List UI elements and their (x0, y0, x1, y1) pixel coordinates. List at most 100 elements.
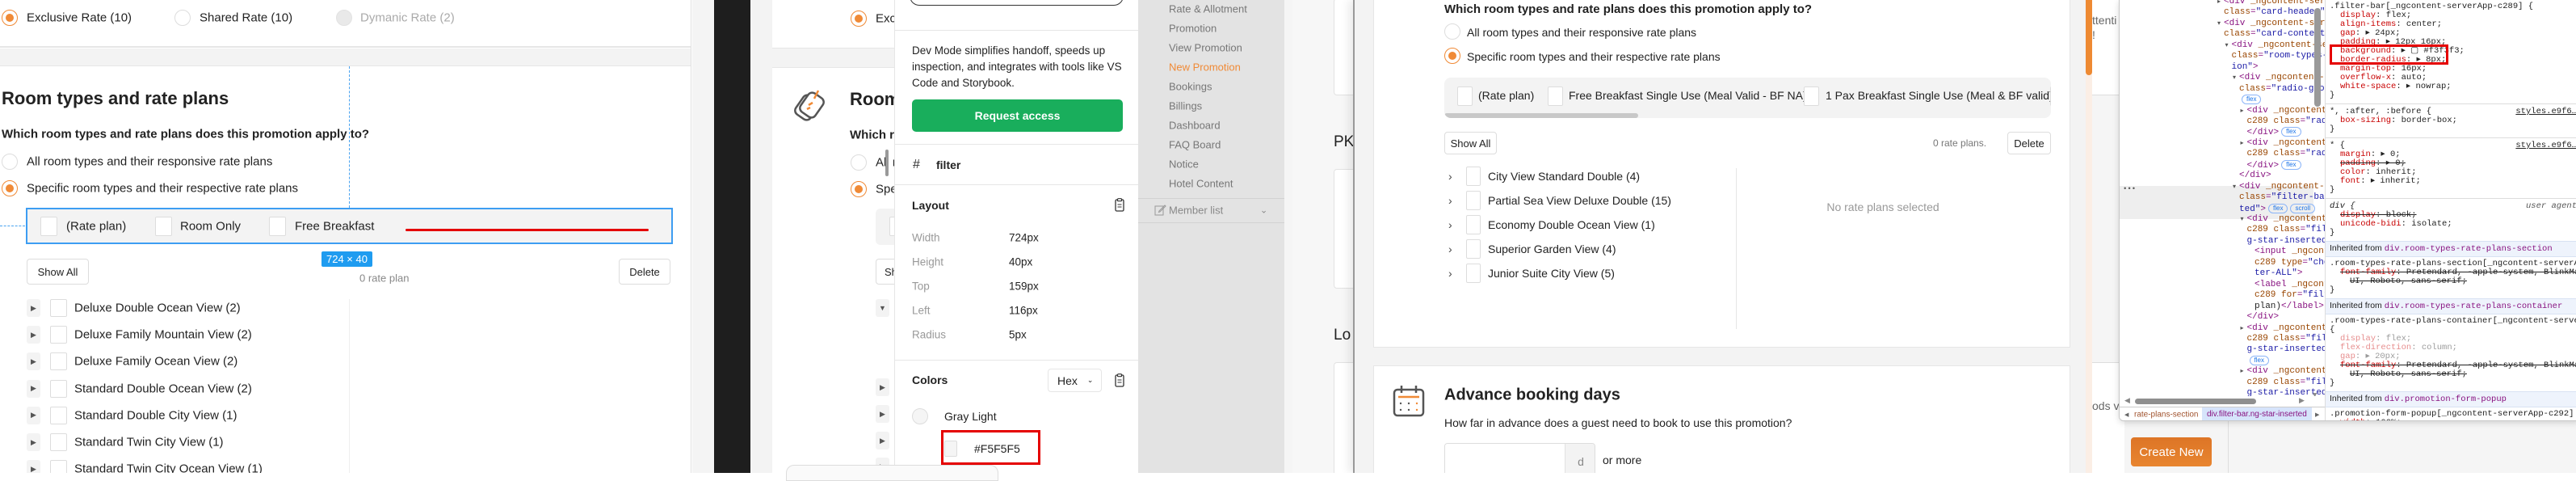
inherited-selector[interactable]: div.promotion-form-popup (2385, 395, 2507, 404)
expand-toggle-icon[interactable]: ▶ (27, 379, 40, 398)
dom-node-line[interactable]: c289 class="filt (2247, 378, 2326, 388)
css-declaration[interactable]: UI, Roboto, sans-serif; (2326, 277, 2576, 286)
elements-horizontal-scrollbar[interactable]: ◀ ▶ (2120, 396, 2325, 406)
more-options-icon[interactable]: ••• (2123, 185, 2136, 193)
expand-toggle-icon[interactable]: ▶ (27, 326, 40, 344)
scroll-left-arrow-icon[interactable]: ◀ (2124, 396, 2130, 405)
layout-badge[interactable]: flex (2242, 95, 2262, 105)
filter-checkbox[interactable] (2050, 86, 2051, 106)
sidebar-item[interactable]: Hotel Content (1169, 178, 1233, 190)
filter-checkbox[interactable] (1548, 86, 1563, 106)
color-hex-value[interactable]: #F5F5F5 (974, 442, 1020, 455)
layout-badge[interactable]: flex (2268, 203, 2288, 213)
layout-badge[interactable]: flex (2249, 355, 2269, 365)
css-selector[interactable]: div {user agent (2326, 198, 2576, 211)
elements-vertical-scrollbar[interactable] (2314, 8, 2321, 107)
css-declaration[interactable]: width: 100%; (2326, 419, 2576, 421)
breadcrumb-item-active[interactable]: div.filter-bar.ng-star-inserted (2202, 407, 2312, 420)
layout-badge[interactable]: flex (2281, 127, 2301, 137)
dom-node-line[interactable]: class="filter-bar (2239, 192, 2325, 203)
dom-node-line[interactable]: c289 class="filt (2247, 225, 2326, 235)
dom-node-line[interactable]: flex (2247, 355, 2269, 367)
filter-checkbox[interactable] (1457, 86, 1473, 106)
rate-type-radio-shared[interactable] (174, 10, 191, 26)
sidebar-item[interactable]: Billings (1169, 100, 1202, 112)
dom-node-line[interactable]: plan)</label> (2255, 302, 2324, 312)
dom-node-line[interactable]: c289 class="rad: (2247, 149, 2326, 159)
dom-node-line[interactable]: c289 for="filt (2255, 290, 2325, 301)
show-all-button[interactable]: Show All (1444, 132, 1497, 154)
dom-node-line[interactable]: <input _ngcont (2255, 247, 2325, 257)
css-declaration[interactable]: font: ▸ inherit; (2326, 177, 2576, 186)
dom-node-line[interactable]: ▾ <div _ngcontent-s (2233, 182, 2325, 192)
room-type-checkbox[interactable] (1466, 191, 1481, 210)
room-type-checkbox[interactable] (50, 406, 67, 424)
sidebar-item[interactable]: FAQ Board (1169, 139, 1221, 151)
layout-prop-value[interactable]: 5px (1009, 329, 1027, 341)
sidebar-item[interactable]: New Promotion (1169, 61, 1241, 74)
dom-node-line[interactable]: ion"> (2232, 62, 2259, 73)
room-type-checkbox[interactable] (1466, 215, 1481, 234)
room-type-checkbox[interactable] (50, 460, 67, 473)
dom-node-line[interactable]: c289 type="che (2255, 258, 2325, 268)
create-new-button[interactable]: Create New (2131, 437, 2212, 466)
expanded-arrow-icon[interactable]: ▾ (2233, 182, 2236, 192)
chevron-right-icon[interactable]: › (1448, 170, 1452, 183)
room-type-checkbox[interactable] (50, 379, 67, 398)
filter-checkbox[interactable] (155, 217, 172, 236)
breadcrumb-right-icon[interactable]: ▶ (2315, 411, 2319, 418)
dom-node-line[interactable]: </div> (2239, 171, 2271, 181)
sidebar-item[interactable]: Bookings (1169, 81, 1212, 93)
expand-toggle-icon[interactable]: ▶ (27, 460, 40, 473)
scope-radio-all[interactable] (2, 154, 18, 170)
stylesheet-link[interactable]: styles.e9f6… (2515, 108, 2576, 116)
dom-node-line[interactable]: ted"> flex scroll (2239, 203, 2316, 215)
dom-node-line[interactable]: </div> flex (2247, 159, 2301, 171)
css-declaration[interactable]: white-space: ▸ nowrap; (2326, 82, 2576, 91)
dom-node-line[interactable]: ▾<div _ngcontent-ser (2225, 40, 2326, 51)
expanded-arrow-icon[interactable]: ▾ (2233, 73, 2236, 83)
room-type-checkbox[interactable] (1466, 264, 1481, 283)
layout-prop-value[interactable]: 40px (1009, 256, 1032, 268)
sidebar-item[interactable]: Promotion (1169, 23, 1217, 35)
dom-node-line[interactable]: g-star-inserted' (2247, 344, 2326, 355)
collapse-toggle-icon[interactable]: ▼ (876, 299, 889, 317)
expand-toggle-icon[interactable]: ▶ (876, 378, 889, 396)
dom-node-line[interactable]: ▸<div _ngcontent- (2241, 323, 2326, 334)
dom-node-line[interactable]: ▸<div _ngcontent- (2241, 138, 2326, 149)
dom-node-line[interactable]: ▸<div _ngcontent- (2241, 366, 2326, 377)
delete-button[interactable]: Delete (2007, 132, 2051, 154)
scope-radio-all[interactable] (1444, 23, 1460, 40)
color-format-dropdown[interactable]: Hex ⌄ (1048, 369, 1102, 392)
expanded-arrow-icon[interactable]: ▾ (2241, 214, 2244, 225)
room-type-checkbox[interactable] (50, 299, 67, 317)
dom-node-line[interactable]: ▾<div _ngcontent-serve (2217, 19, 2325, 29)
dom-node-line[interactable]: class="room-types-r (2232, 51, 2326, 61)
dom-node-line[interactable]: class="radio-grou (2239, 84, 2325, 95)
dom-node-line[interactable]: ▾ <div _ngcontent-s (2233, 73, 2325, 83)
sidebar-item-member-list[interactable]: Member list (1169, 205, 1223, 217)
expand-toggle-icon[interactable]: ▶ (876, 405, 889, 423)
expanded-arrow-icon[interactable]: ▾ (2225, 40, 2229, 51)
dom-node-line[interactable]: ▸<div _ngcontent- (2241, 106, 2326, 116)
css-selector[interactable]: .room-types-rate-plans-container[_ngcont… (2326, 317, 2576, 326)
chevron-right-icon[interactable]: › (1448, 267, 1452, 280)
chevron-down-icon[interactable]: ⌄ (1260, 205, 1267, 216)
collapsed-arrow-icon[interactable]: ▸ (2241, 138, 2244, 149)
css-selector[interactable]: * {styles.e9f6… (2326, 137, 2576, 150)
dom-node-line[interactable]: c289 class="rad: (2247, 116, 2326, 127)
sidebar-item[interactable]: Notice (1169, 158, 1199, 171)
collapsed-arrow-icon[interactable]: ▸ (2241, 366, 2244, 377)
room-type-checkbox[interactable] (50, 326, 67, 344)
breadcrumb-left-icon[interactable]: ◀ (2124, 411, 2128, 418)
scroll-handle[interactable] (885, 150, 889, 176)
collapsed-arrow-icon[interactable]: ▸ (2241, 323, 2244, 334)
inherited-selector[interactable]: div.room-types-rate-plans-section (2385, 244, 2553, 254)
chevron-right-icon[interactable]: › (1448, 218, 1452, 231)
css-declaration[interactable]: box-sizing: border-box; (2326, 116, 2576, 125)
dom-node-line[interactable]: class="card-content"> (2224, 29, 2325, 40)
page-scrollbar-thumb[interactable] (2086, 0, 2092, 75)
scope-radio-specific[interactable] (2, 180, 18, 196)
css-declaration[interactable]: UI, Roboto, sans-serif; (2326, 370, 2576, 379)
dom-node-line[interactable]: flex (2239, 95, 2262, 106)
